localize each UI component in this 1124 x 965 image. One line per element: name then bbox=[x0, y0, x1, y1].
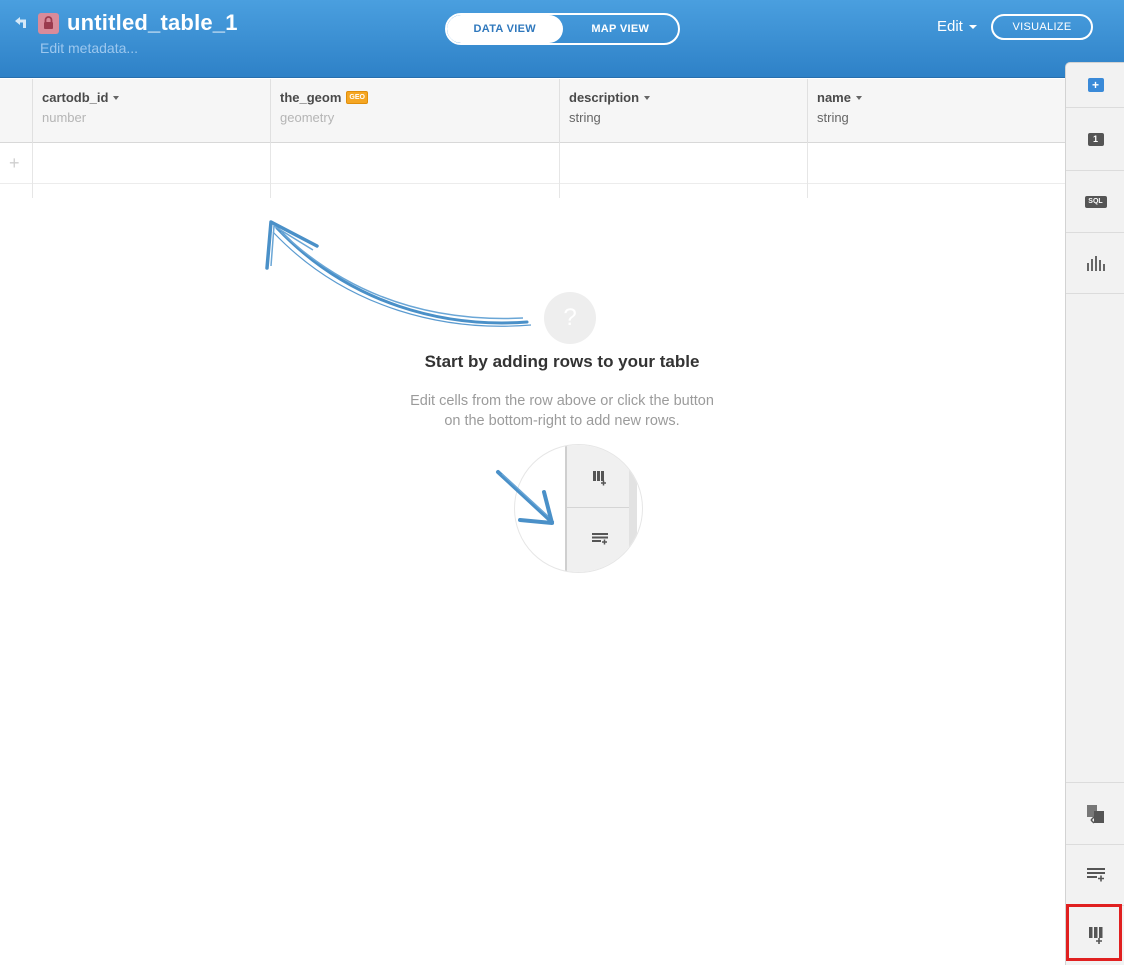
column-type: string bbox=[569, 110, 601, 125]
add-row-button[interactable] bbox=[1066, 844, 1124, 905]
description-line: Edit cells from the row above or click t… bbox=[410, 393, 714, 409]
view-switch: DATA VIEW MAP VIEW bbox=[445, 13, 680, 45]
empty-state-title: Start by adding rows to your table bbox=[424, 352, 700, 371]
right-sidebar: + 1 SQL bbox=[1065, 62, 1124, 965]
new-row[interactable]: + bbox=[0, 143, 1065, 184]
add-layer-icon: + bbox=[1087, 78, 1104, 92]
wizard-button[interactable] bbox=[1066, 233, 1124, 294]
column-divider bbox=[559, 143, 560, 198]
tab-data-view[interactable]: DATA VIEW bbox=[447, 15, 563, 43]
column-name: description bbox=[569, 90, 640, 105]
add-row-icon bbox=[1086, 868, 1105, 882]
chevron-down-icon[interactable] bbox=[113, 95, 120, 100]
column-name[interactable]: name string bbox=[807, 79, 1065, 143]
chevron-down-icon[interactable] bbox=[644, 95, 651, 100]
tab-map-view[interactable]: MAP VIEW bbox=[563, 15, 679, 43]
empty-state-description: Edit cells from the row above or click t… bbox=[362, 391, 762, 431]
layer-one-button[interactable]: 1 bbox=[1066, 108, 1124, 171]
add-column-icon bbox=[593, 471, 606, 486]
column-divider bbox=[807, 143, 808, 198]
sql-button[interactable]: SQL bbox=[1066, 171, 1124, 233]
chevron-down-icon[interactable] bbox=[855, 95, 862, 100]
description-line: on the bottom-right to add new rows. bbox=[444, 413, 680, 429]
hint-arrow-up-icon bbox=[265, 220, 532, 327]
merge-tables-icon bbox=[1086, 804, 1104, 824]
column-type: string bbox=[817, 110, 849, 125]
edit-menu[interactable]: Edit bbox=[937, 18, 977, 35]
table-column-header: cartodb_id number the_geom GEO geometry … bbox=[0, 79, 1065, 143]
add-row-plus-icon[interactable]: + bbox=[9, 153, 20, 174]
column-name: the_geom bbox=[280, 90, 342, 105]
column-name: cartodb_id bbox=[42, 90, 109, 105]
table-title[interactable]: untitled_table_1 bbox=[67, 10, 238, 36]
add-layer-button[interactable]: + bbox=[1066, 63, 1124, 108]
hint-arrow-down-icon bbox=[496, 470, 554, 525]
column-type: geometry bbox=[280, 110, 335, 125]
chart-icon bbox=[1086, 256, 1105, 271]
column-the-geom[interactable]: the_geom GEO geometry bbox=[270, 79, 559, 143]
back-arrow-icon[interactable] bbox=[12, 14, 30, 32]
column-divider bbox=[32, 143, 33, 198]
column-name: name bbox=[817, 90, 851, 105]
geo-badge: GEO bbox=[346, 91, 368, 104]
layer-number-icon: 1 bbox=[1087, 132, 1104, 146]
edit-metadata-link[interactable]: Edit metadata... bbox=[40, 40, 138, 56]
column-type: number bbox=[42, 110, 87, 125]
visualize-button[interactable]: VISUALIZE bbox=[991, 14, 1093, 40]
edit-menu-label: Edit bbox=[937, 18, 963, 35]
column-description[interactable]: description string bbox=[559, 79, 807, 143]
sql-icon: SQL bbox=[1084, 195, 1107, 208]
lock-icon[interactable] bbox=[38, 13, 59, 34]
chevron-down-icon bbox=[968, 24, 977, 29]
add-row-icon bbox=[592, 533, 608, 545]
help-question-icon: ? bbox=[544, 292, 596, 344]
merge-tables-button[interactable] bbox=[1066, 782, 1124, 844]
column-divider bbox=[270, 143, 271, 198]
column-cartodb-id[interactable]: cartodb_id number bbox=[32, 79, 270, 143]
hint-sidebar-panel bbox=[565, 445, 637, 572]
highlight-box bbox=[1066, 904, 1122, 961]
top-header: untitled_table_1 Edit metadata... DATA V… bbox=[0, 0, 1124, 78]
